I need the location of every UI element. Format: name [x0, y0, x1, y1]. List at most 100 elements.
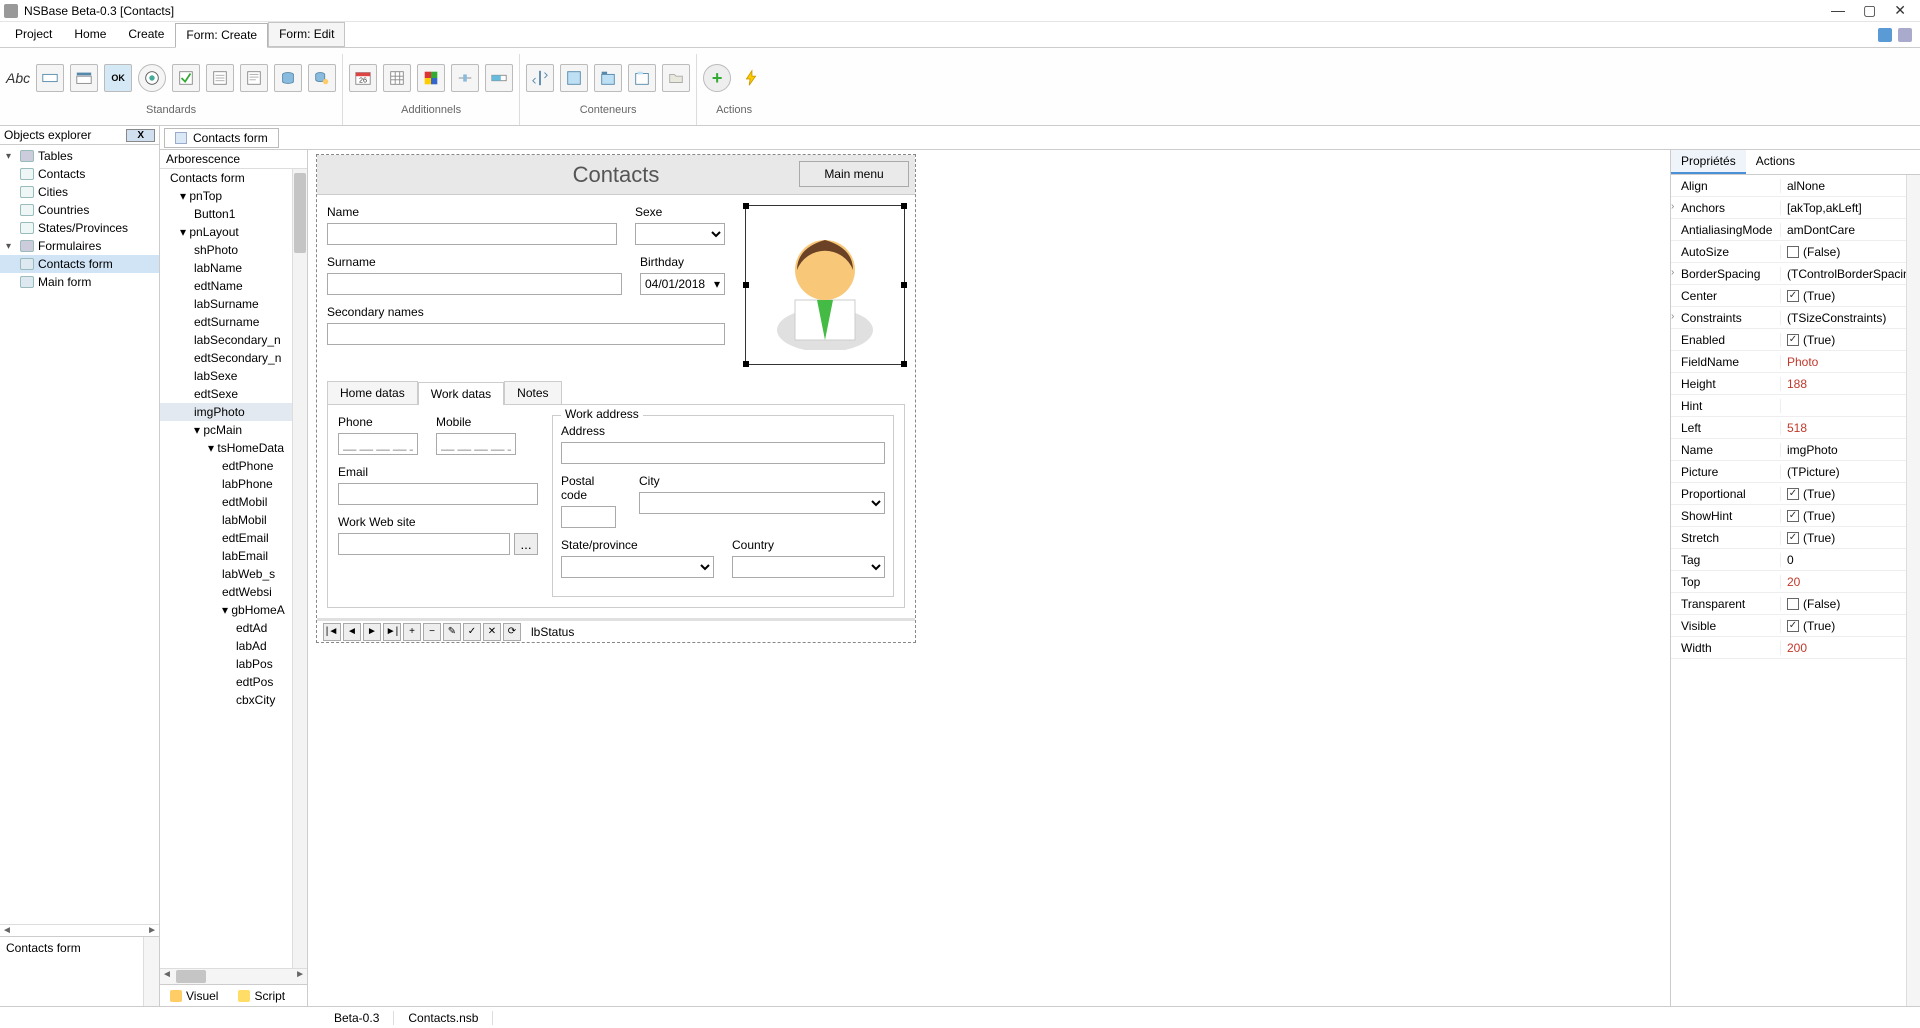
- arbo-item[interactable]: edtName: [160, 277, 307, 295]
- arbo-item[interactable]: labEmail: [160, 547, 307, 565]
- arbo-item[interactable]: labPhone: [160, 475, 307, 493]
- form-designer[interactable]: Contacts Main menu Name: [316, 154, 916, 643]
- prop-value[interactable]: 20: [1781, 575, 1920, 589]
- prop-value[interactable]: (False): [1781, 245, 1920, 259]
- prop-row[interactable]: AlignalNone: [1671, 175, 1920, 197]
- menu-create[interactable]: Create: [117, 22, 175, 47]
- prop-row[interactable]: Height188: [1671, 373, 1920, 395]
- input-mobile[interactable]: [436, 433, 516, 455]
- prop-row[interactable]: Tag0: [1671, 549, 1920, 571]
- select-state[interactable]: [561, 556, 714, 578]
- arbo-tshome[interactable]: ▾ tsHomeData: [160, 439, 307, 457]
- checkbox-icon[interactable]: ✓: [1787, 290, 1799, 302]
- checkbox-icon[interactable]: ✓: [1787, 488, 1799, 500]
- tab-notes[interactable]: Notes: [504, 381, 561, 404]
- arbo-gbhome[interactable]: ▾ gbHomeA: [160, 601, 307, 619]
- prop-row[interactable]: Anchors[akTop,akLeft]: [1671, 197, 1920, 219]
- minimize-icon[interactable]: —: [1831, 2, 1845, 19]
- arbo-item[interactable]: shPhoto: [160, 241, 307, 259]
- prop-value[interactable]: (False): [1781, 597, 1920, 611]
- arbo-item[interactable]: cbxCity: [160, 691, 307, 709]
- props-scrollbar[interactable]: [1906, 175, 1920, 1006]
- tree-table-contacts[interactable]: Contacts: [38, 167, 85, 181]
- color-tool-icon[interactable]: [417, 64, 445, 92]
- prop-row[interactable]: Hint: [1671, 395, 1920, 417]
- input-email[interactable]: [338, 483, 538, 505]
- input-website[interactable]: [338, 533, 510, 555]
- objects-explorer-close[interactable]: X: [126, 129, 155, 142]
- input-address[interactable]: [561, 442, 885, 464]
- arbo-item[interactable]: edtSexe: [160, 385, 307, 403]
- nav-prev-icon[interactable]: ◄: [343, 623, 361, 641]
- arbo-item[interactable]: labAd: [160, 637, 307, 655]
- arbo-item[interactable]: edtPos: [160, 673, 307, 691]
- arbo-button1[interactable]: Button1: [160, 205, 307, 223]
- input-name[interactable]: [327, 223, 617, 245]
- tab-actions[interactable]: Actions: [1746, 150, 1805, 174]
- prop-value[interactable]: ✓(True): [1781, 487, 1920, 501]
- prop-row[interactable]: Top20: [1671, 571, 1920, 593]
- arbo-pntop[interactable]: ▾ pnTop: [160, 187, 307, 205]
- nav-post-icon[interactable]: ✓: [463, 623, 481, 641]
- prop-row[interactable]: Picture(TPicture): [1671, 461, 1920, 483]
- tree-form-contacts[interactable]: Contacts form: [38, 257, 113, 271]
- prop-row[interactable]: Width200: [1671, 637, 1920, 659]
- hscroll-left[interactable]: ◄: [2, 925, 12, 936]
- checkbox-tool-icon[interactable]: [172, 64, 200, 92]
- prop-value[interactable]: Photo: [1781, 355, 1920, 369]
- form-canvas[interactable]: Contacts Main menu Name: [308, 150, 1670, 1006]
- arbo-pnlayout[interactable]: ▾ pnLayout: [160, 223, 307, 241]
- prop-row[interactable]: Visible✓(True): [1671, 615, 1920, 637]
- tree-table-cities[interactable]: Cities: [38, 185, 68, 199]
- prop-row[interactable]: Enabled✓(True): [1671, 329, 1920, 351]
- menu-project[interactable]: Project: [4, 22, 63, 47]
- photo-box[interactable]: [745, 205, 905, 365]
- progress-tool-icon[interactable]: [485, 64, 513, 92]
- grid-tool-icon[interactable]: [383, 64, 411, 92]
- prop-row[interactable]: AutoSize(False): [1671, 241, 1920, 263]
- prop-row[interactable]: FieldNamePhoto: [1671, 351, 1920, 373]
- tree-forms[interactable]: Formulaires: [38, 239, 101, 253]
- close-icon[interactable]: ✕: [1894, 2, 1906, 19]
- groupbox-tool-icon[interactable]: [628, 64, 656, 92]
- tab-script[interactable]: Script: [228, 985, 295, 1006]
- prop-row[interactable]: NameimgPhoto: [1671, 439, 1920, 461]
- objects-tree[interactable]: ▾Tables Contacts Cities Countries States…: [0, 145, 159, 924]
- menu-tab-form-edit[interactable]: Form: Edit: [268, 22, 345, 47]
- prop-row[interactable]: AntialiasingModeamDontCare: [1671, 219, 1920, 241]
- prop-value[interactable]: ✓(True): [1781, 531, 1920, 545]
- prop-value[interactable]: ✓(True): [1781, 509, 1920, 523]
- nav-delete-icon[interactable]: −: [423, 623, 441, 641]
- checkbox-icon[interactable]: ✓: [1787, 334, 1799, 346]
- tabpanel-tool-icon[interactable]: [594, 64, 622, 92]
- browse-button[interactable]: ...: [514, 533, 538, 555]
- folder-tool-icon[interactable]: [662, 64, 690, 92]
- input-surname[interactable]: [327, 273, 622, 295]
- arbo-item[interactable]: labPos: [160, 655, 307, 673]
- prop-value[interactable]: 200: [1781, 641, 1920, 655]
- tab-proprietes[interactable]: Propriétés: [1671, 150, 1746, 174]
- arbo-item[interactable]: labSecondary_n: [160, 331, 307, 349]
- arbo-item[interactable]: edtAd: [160, 619, 307, 637]
- nav-edit-icon[interactable]: ✎: [443, 623, 461, 641]
- arbo-imgphoto[interactable]: imgPhoto: [160, 403, 307, 421]
- memo-tool-icon[interactable]: [240, 64, 268, 92]
- prop-row[interactable]: BorderSpacing(TControlBorderSpacing: [1671, 263, 1920, 285]
- nav-first-icon[interactable]: |◄: [323, 623, 341, 641]
- maximize-icon[interactable]: ▢: [1863, 2, 1876, 19]
- arbo-item[interactable]: labName: [160, 259, 307, 277]
- nav-add-icon[interactable]: +: [403, 623, 421, 641]
- arbo-item[interactable]: labSexe: [160, 367, 307, 385]
- select-sexe[interactable]: [635, 223, 725, 245]
- select-country[interactable]: [732, 556, 885, 578]
- input-postal[interactable]: [561, 506, 616, 528]
- save-icon[interactable]: [1878, 28, 1892, 42]
- arbo-scrollbar[interactable]: [292, 169, 307, 968]
- arbo-tree[interactable]: Contacts form ▾ pnTop Button1 ▾ pnLayout…: [160, 169, 307, 968]
- input-birthday[interactable]: 04/01/2018▾: [640, 273, 725, 295]
- db-tool-icon[interactable]: [274, 64, 302, 92]
- arbo-hscroll[interactable]: ◄►: [160, 968, 307, 984]
- tree-tables[interactable]: Tables: [38, 149, 73, 163]
- select-city[interactable]: [639, 492, 885, 514]
- prop-value[interactable]: ✓(True): [1781, 333, 1920, 347]
